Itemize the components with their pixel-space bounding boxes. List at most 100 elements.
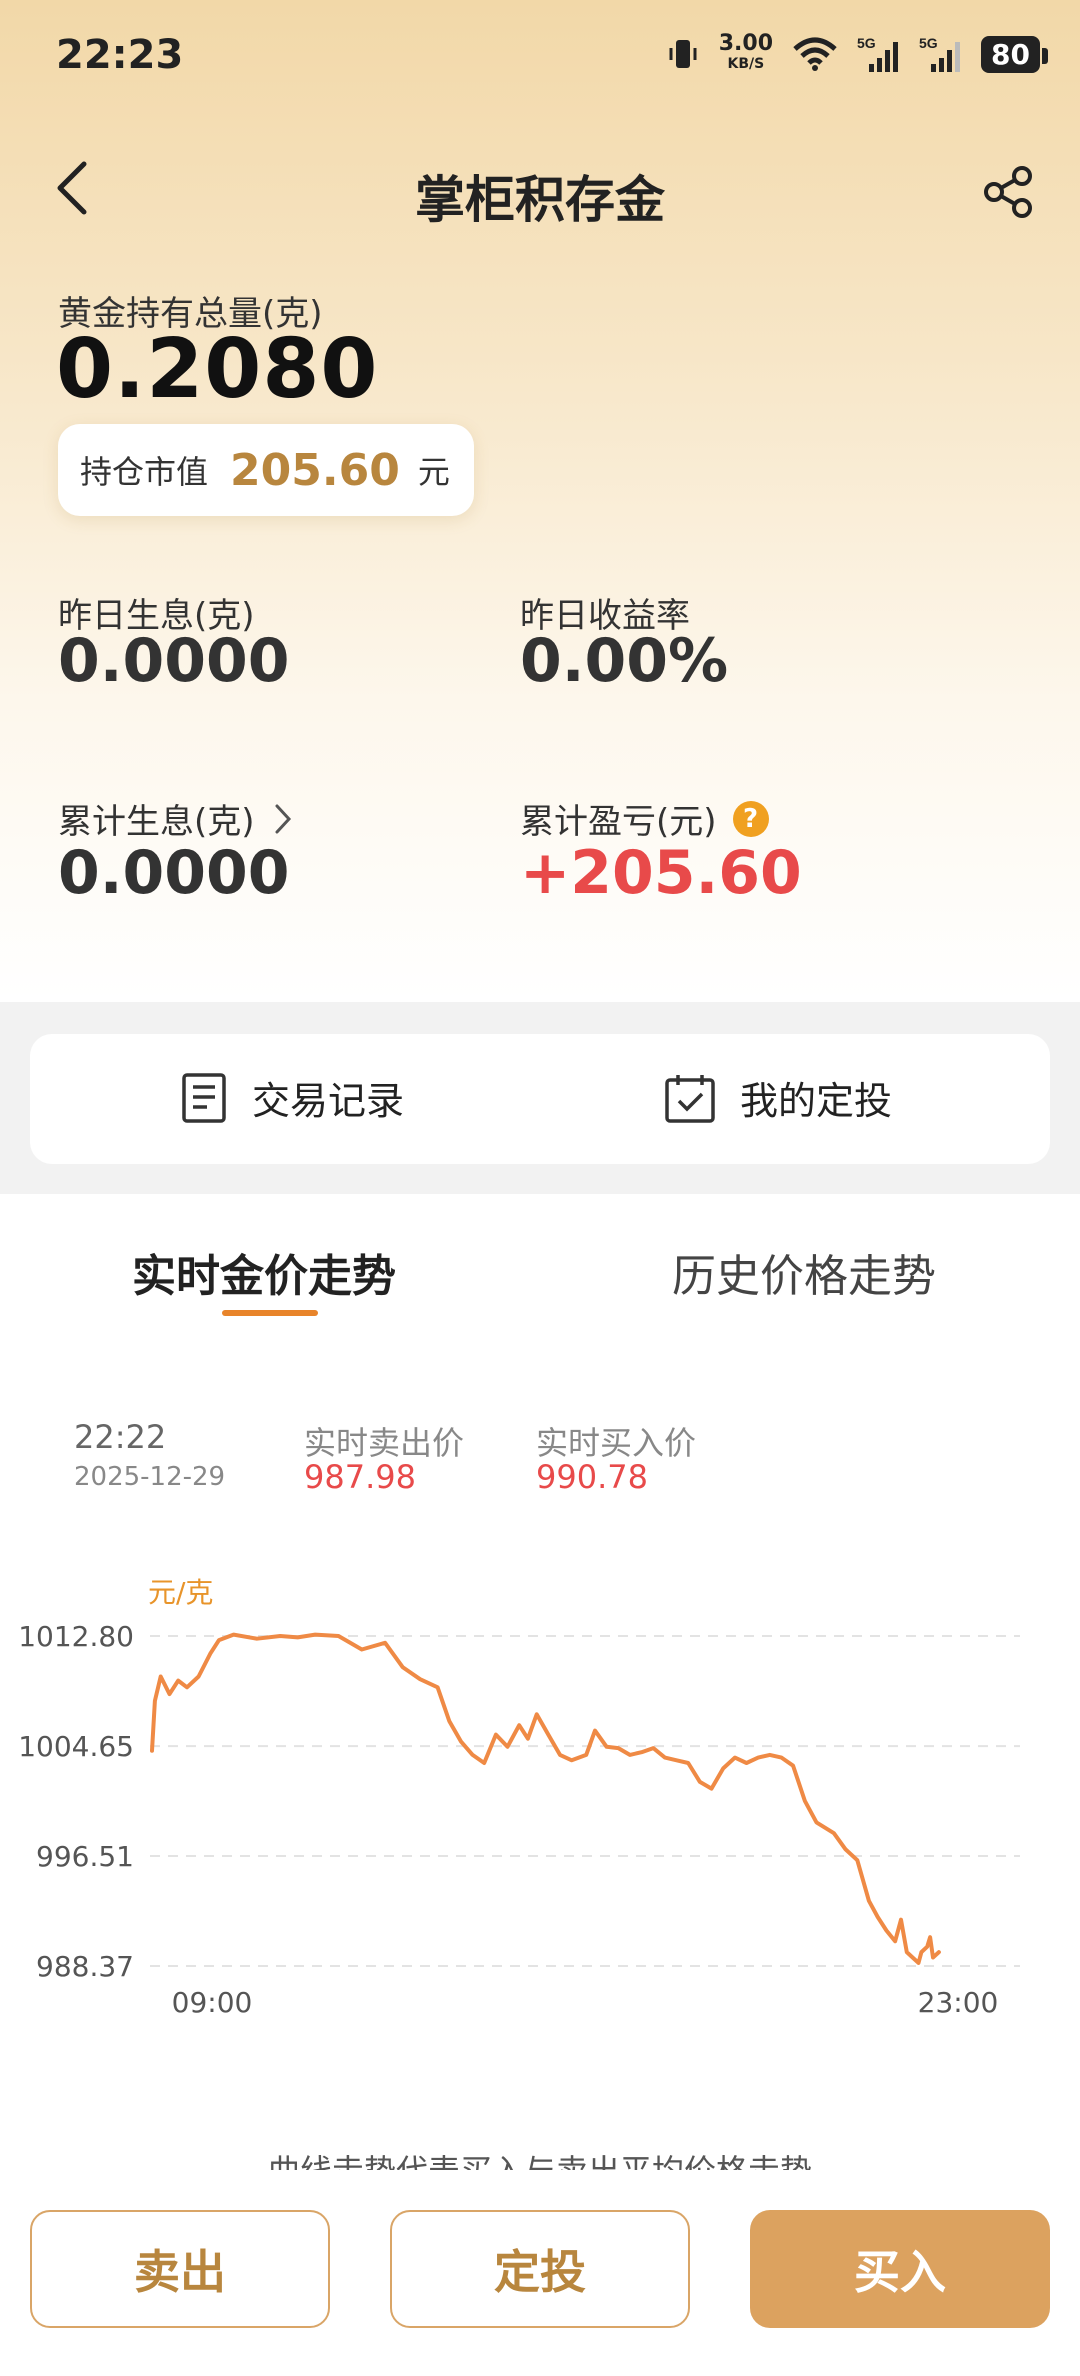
vibrate-icon: [669, 40, 697, 68]
price-point: [641, 1751, 643, 1753]
buy-button[interactable]: 买入: [750, 2210, 1050, 2328]
price-point: [154, 1700, 156, 1702]
y-tick-label: 996.51: [36, 1840, 134, 1873]
price-point: [824, 1827, 826, 1829]
price-point: [885, 1929, 887, 1931]
battery-icon: 80: [981, 35, 1048, 73]
document-icon: [182, 1072, 226, 1123]
price-point: [536, 1713, 538, 1715]
cumulative-pl-value: +205.60: [520, 838, 802, 908]
price-point: [151, 1750, 153, 1752]
price-point: [160, 1676, 162, 1678]
price-point: [198, 1676, 200, 1678]
price-point: [722, 1767, 724, 1769]
price-point: [845, 1848, 847, 1850]
price-point: [518, 1724, 520, 1726]
y-tick-label: 988.37: [36, 1950, 134, 1983]
chart-y-axis: 1012.80 1004.65 996.51 988.37: [18, 1620, 134, 1983]
price-point: [900, 1919, 902, 1921]
price-point: [932, 1956, 934, 1958]
market-value-unit: 元: [417, 453, 450, 491]
price-point: [483, 1762, 485, 1764]
price-point: [711, 1788, 713, 1790]
price-point: [746, 1762, 748, 1764]
price-point: [233, 1634, 235, 1636]
price-point: [606, 1746, 608, 1748]
price-point: [929, 1936, 931, 1938]
price-point: [804, 1800, 806, 1802]
price-date: 2025-12-29: [74, 1462, 226, 1492]
price-point: [833, 1832, 835, 1834]
svg-text:5G: 5G: [857, 35, 876, 51]
net-speed: 3.00 KB/S: [718, 31, 774, 73]
price-point: [279, 1635, 281, 1637]
price-point: [338, 1635, 340, 1637]
sell-button[interactable]: 卖出: [30, 2210, 330, 2328]
price-point: [734, 1757, 736, 1759]
price-point: [186, 1686, 188, 1688]
price-point: [314, 1634, 316, 1636]
price-point: [585, 1754, 587, 1756]
price-point: [437, 1686, 439, 1688]
price-point: [571, 1759, 573, 1761]
price-point: [507, 1746, 509, 1748]
price-point: [676, 1759, 678, 1761]
price-point: [384, 1642, 386, 1644]
price-point: [815, 1821, 817, 1823]
chart-unit-label: 元/克: [148, 1576, 213, 1609]
price-point: [460, 1740, 462, 1742]
bottom-action-bar: 卖出 定投 买入: [0, 2180, 1080, 2376]
price-point: [495, 1734, 497, 1736]
y-tick-label: 1004.65: [18, 1730, 134, 1763]
price-point: [757, 1757, 759, 1759]
transactions-button[interactable]: 交易记录: [180, 1070, 404, 1125]
tab-history[interactable]: 历史价格走势: [672, 1240, 936, 1304]
plan-button[interactable]: 定投: [390, 2210, 690, 2328]
price-point: [297, 1636, 299, 1638]
price-point: [894, 1940, 896, 1942]
cumulative-pl-header: 累计盈亏(元) ?: [520, 794, 769, 843]
price-point: [780, 1757, 782, 1759]
price-point: [402, 1666, 404, 1668]
price-chart: 元/克 1012.80 1004.65 996.51 988.37 09:00 23:0…: [18, 1576, 1020, 2019]
price-point: [926, 1946, 928, 1948]
transactions-label: 交易记录: [252, 1079, 405, 1123]
price-point: [856, 1859, 858, 1861]
yesterday-interest-value: 0.0000: [58, 626, 290, 696]
status-time: 22:23: [56, 32, 184, 78]
my-plan-button[interactable]: 我的定投: [664, 1070, 892, 1125]
chevron-right-icon: [275, 804, 291, 833]
cumulative-interest-label: 累计生息(克): [58, 802, 255, 842]
chart-points: [151, 1634, 940, 1964]
price-point: [617, 1747, 619, 1749]
total-holdings-value: 0.2080: [56, 322, 379, 417]
price-point: [687, 1762, 689, 1764]
signal-5g-icon: 5G: [857, 35, 899, 72]
share-icon: [984, 166, 1032, 218]
price-point: [920, 1951, 922, 1953]
chart-x-axis: 09:00 23:00: [172, 1986, 999, 2019]
price-point: [256, 1638, 258, 1640]
price-point: [419, 1678, 421, 1680]
price-point: [448, 1720, 450, 1722]
market-value-card: 持仓市值 205.60 元: [58, 424, 474, 516]
chart-footnote: 曲线走势代表买入与卖出平均价格走势: [0, 2146, 1080, 2170]
share-button[interactable]: [980, 164, 1036, 220]
price-point: [559, 1754, 561, 1756]
tab-realtime[interactable]: 实时金价走势: [132, 1240, 396, 1304]
price-point: [917, 1962, 919, 1964]
yesterday-yield-value: 0.00%: [520, 626, 729, 696]
svg-text:5G: 5G: [919, 35, 938, 51]
sell-price-value: 987.98: [304, 1458, 416, 1496]
wifi-icon: [793, 37, 837, 71]
cumulative-interest-link[interactable]: 累计生息(克): [58, 794, 293, 843]
price-point: [547, 1734, 549, 1736]
calendar-check-icon: [665, 1074, 715, 1123]
buy-price-value: 990.78: [536, 1458, 648, 1496]
price-point: [527, 1738, 529, 1740]
quick-actions-card: 交易记录 我的定投: [30, 1034, 1050, 1164]
price-point: [594, 1730, 596, 1732]
price-point: [868, 1900, 870, 1902]
status-icons: 3.00 KB/S 5G 5G 80: [665, 31, 1048, 74]
help-icon[interactable]: ?: [732, 800, 769, 837]
